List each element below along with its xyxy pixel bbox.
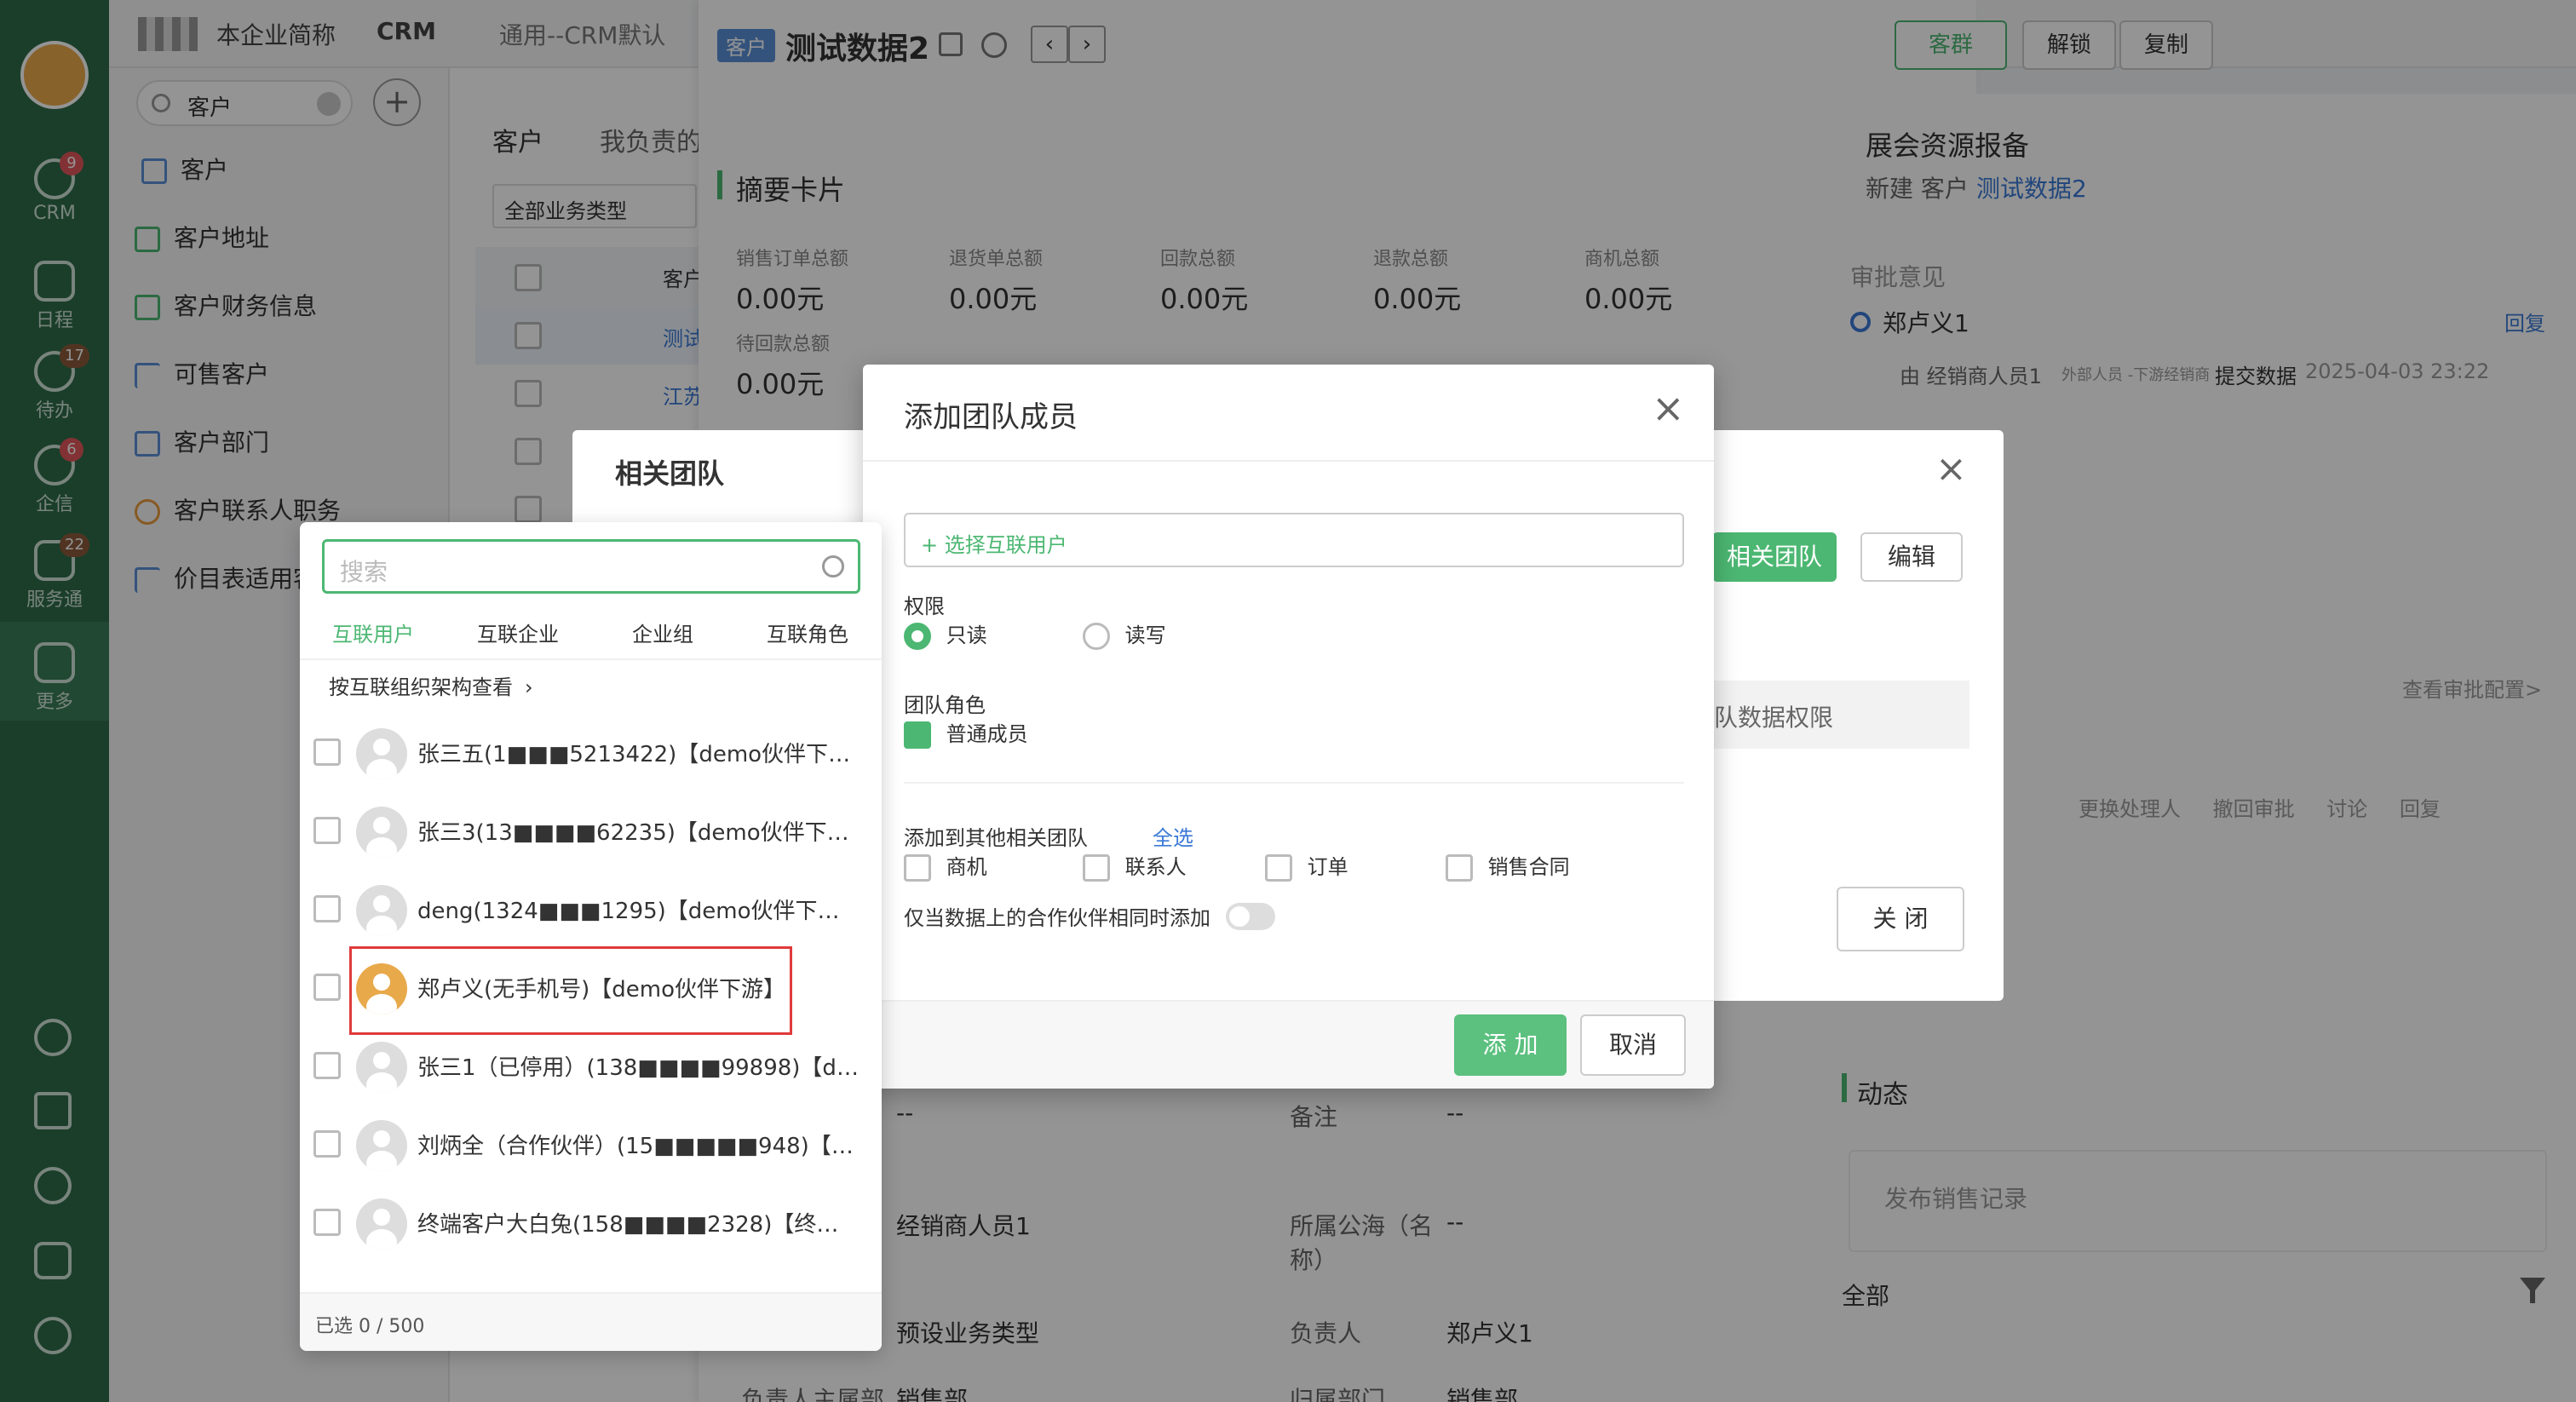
list-item[interactable]: 刘炳全（合作伙伴）(15■■■■■948)【demo伙伴下游】 (300, 1106, 882, 1185)
tab-underline (300, 658, 882, 660)
user-checkbox[interactable] (313, 817, 341, 844)
user-checkbox[interactable] (313, 974, 341, 1001)
close-icon[interactable]: × (1652, 385, 1685, 431)
perm-label: 权限 (904, 595, 945, 618)
user-checkbox[interactable] (313, 1052, 341, 1079)
other-opportunity-checkbox[interactable]: 商机 (904, 850, 987, 882)
other-team-label: 添加到其他相关团队 (904, 826, 1088, 850)
browse-org-link[interactable]: 按互联组织架构查看 › (329, 670, 533, 700)
close-team-dialog-button[interactable]: 关 闭 (1837, 887, 1964, 951)
add-related-team-button[interactable]: 相关团队 (1712, 532, 1837, 582)
perm-readonly-radio[interactable]: 只读 (904, 618, 987, 650)
team-permission-tab[interactable]: 队数据权限 (1714, 681, 1969, 749)
close-icon[interactable]: × (1935, 447, 1967, 491)
avatar (356, 885, 407, 936)
same-partner-toggle[interactable] (1226, 903, 1275, 930)
select-all-link[interactable]: 全选 (1153, 821, 1193, 851)
user-checkbox[interactable] (313, 738, 341, 766)
list-item[interactable]: 终端客户大白兔(158■■■■2328)【终端客户】 (300, 1185, 882, 1258)
list-item[interactable]: 张三1（已停用）(138■■■■99898)【demo伙伴下游】 (300, 1028, 882, 1106)
select-user-input[interactable]: + 选择互联用户 (904, 513, 1684, 567)
role-label: 团队角色 (904, 693, 986, 717)
perm-readwrite-radio[interactable]: 读写 (1083, 618, 1166, 650)
add-button[interactable]: 添 加 (1454, 1014, 1567, 1076)
avatar (356, 1120, 407, 1171)
tab-company-groups[interactable]: 企业组 (632, 618, 693, 647)
same-partner-label: 仅当数据上的合作伙伴相同时添加 (904, 906, 1210, 930)
cancel-button[interactable]: 取消 (1580, 1014, 1686, 1076)
avatar (356, 807, 407, 858)
role-member-checkbox[interactable]: 普通成员 (904, 717, 1028, 749)
team-dialog-title: 相关团队 (615, 457, 725, 490)
user-checkbox[interactable] (313, 1130, 341, 1158)
picker-search-input[interactable]: 搜索 (322, 539, 860, 594)
user-checkbox[interactable] (313, 895, 341, 922)
avatar (356, 728, 407, 779)
list-item[interactable]: deng(1324■■■1295)【demo伙伴下游】 (300, 871, 882, 950)
tab-interconnect-users[interactable]: 互联用户 (332, 618, 414, 647)
edit-team-button[interactable]: 编辑 (1860, 532, 1963, 582)
user-checkbox[interactable] (313, 1209, 341, 1236)
list-item[interactable]: 张三五(1■■■5213422)【demo伙伴下游】 (300, 715, 882, 793)
other-contact-checkbox[interactable]: 联系人 (1083, 850, 1187, 882)
tab-interconnect-companies[interactable]: 互联企业 (477, 618, 559, 647)
list-item[interactable]: 张三3(13■■■■62235)【demo伙伴下游】 (300, 793, 882, 871)
user-picker-popup: 搜索 互联用户 互联企业 企业组 互联角色 按互联组织架构查看 › 张三五(1■■… (300, 522, 882, 1351)
list-item[interactable]: 郑卢义(无手机号)【demo伙伴下游】 (300, 946, 882, 1035)
other-order-checkbox[interactable]: 订单 (1265, 850, 1348, 882)
other-contract-checkbox[interactable]: 销售合同 (1446, 850, 1570, 882)
avatar (356, 1198, 407, 1250)
modal-title: 添加团队成员 (904, 400, 1078, 434)
search-icon (822, 555, 844, 577)
avatar (356, 1042, 407, 1093)
picker-footer: 已选 0 / 500 (300, 1292, 882, 1351)
highlight-box (349, 946, 792, 1035)
tab-interconnect-roles[interactable]: 互联角色 (767, 618, 848, 647)
add-team-member-modal: 添加团队成员 × + 选择互联用户 权限 只读 读写 团队角色 普通成员 添加到… (863, 365, 1714, 1089)
chevron-right-icon: › (525, 675, 533, 699)
